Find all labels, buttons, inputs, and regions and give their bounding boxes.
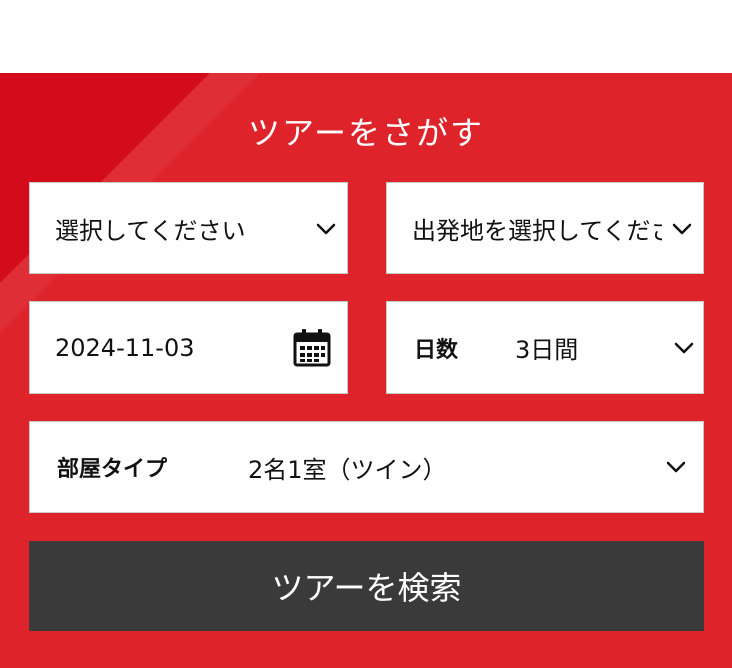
chevron-down-icon: [672, 223, 692, 235]
chevron-down-icon: [316, 223, 336, 235]
date-input[interactable]: 2024-11-03: [29, 301, 348, 394]
calendar-icon[interactable]: [292, 328, 332, 368]
search-tour-button[interactable]: ツアーを検索: [29, 541, 704, 631]
departure-select-value: 出発地を選択してください: [412, 216, 662, 245]
date-input-value: 2024-11-03: [55, 333, 195, 362]
room-type-select[interactable]: 部屋タイプ 2名1室（ツイン）: [29, 421, 704, 513]
page: ツアーをさがす 選択してください 出発地を選択してください 2024-11-03: [0, 0, 732, 668]
top-blank-area: [0, 0, 732, 73]
room-type-select-value: 2名1室（ツイン）: [248, 455, 447, 484]
days-select[interactable]: 日数 3日間: [386, 301, 704, 394]
days-label: 日数: [414, 337, 459, 363]
panel-title: ツアーをさがす: [247, 114, 485, 152]
room-type-label: 部屋タイプ: [57, 457, 168, 482]
category-select-value: 選択してください: [55, 216, 246, 245]
chevron-down-icon: [674, 342, 694, 354]
category-select[interactable]: 選択してください: [29, 182, 348, 274]
days-select-value: 3日間: [515, 336, 579, 364]
chevron-down-icon: [666, 461, 686, 473]
departure-select[interactable]: 出発地を選択してください: [386, 182, 704, 274]
tour-search-panel: ツアーをさがす 選択してください 出発地を選択してください 2024-11-03: [0, 73, 732, 668]
